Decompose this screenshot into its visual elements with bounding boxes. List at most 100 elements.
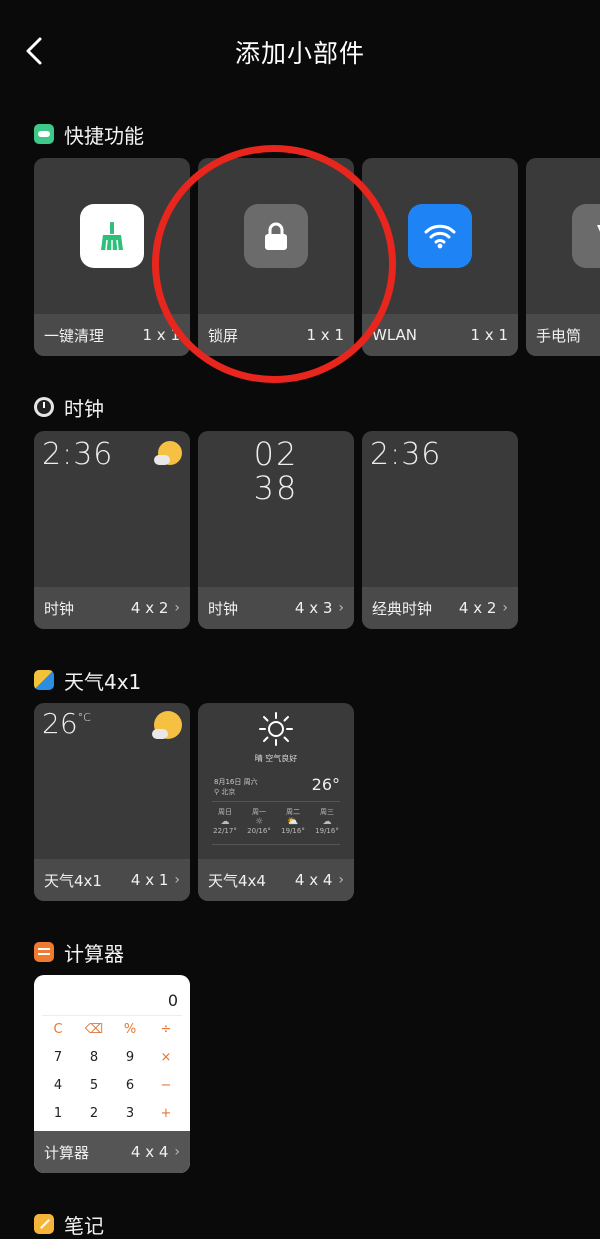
section-header-calculator: 计算器	[34, 939, 124, 966]
widget-card-lock[interactable]: 锁屏 1 x 1	[198, 158, 354, 356]
section-header-weather: 天气4x1	[34, 667, 142, 694]
calculator-app-icon	[34, 942, 54, 962]
calc-key: 5	[89, 1078, 99, 1093]
widget-card-clock-4x2[interactable]: 2:36 时钟 4 x 2 ›	[34, 431, 190, 629]
clock-time-stacked: 02 38	[198, 437, 354, 505]
card-footer: 计算器 4 x 4 ›	[34, 1131, 190, 1173]
chevron-right-icon: ›	[338, 872, 344, 888]
weather-app-icon	[34, 670, 54, 690]
chevron-right-icon: ›	[174, 1144, 180, 1160]
section-label: 时钟	[64, 396, 104, 421]
calc-key: ⌫	[84, 1022, 104, 1037]
card-footer: 天气4x1 4 x 1 ›	[34, 859, 190, 901]
widget-name: 时钟	[44, 599, 75, 618]
widget-name: 经典时钟	[372, 599, 433, 618]
section-label: 计算器	[64, 941, 124, 966]
widget-name: 天气4x1	[44, 871, 102, 890]
card-footer: 手电筒	[526, 314, 600, 356]
calc-key: 8	[89, 1050, 99, 1065]
sun-icon: ☼	[254, 817, 264, 827]
widget-size: 1 x 1	[306, 326, 345, 344]
widget-name: WLAN	[372, 326, 418, 344]
divider	[42, 1015, 182, 1016]
divider	[212, 801, 340, 802]
card-footer: 时钟 4 x 3 ›	[198, 587, 354, 629]
calc-key: −	[160, 1078, 172, 1093]
lock-icon	[244, 204, 308, 268]
calc-key: 7	[53, 1050, 63, 1065]
card-footer: WLAN 1 x 1	[362, 314, 518, 356]
widget-size: 1 x 1	[470, 326, 509, 344]
clock-time: 2:36	[42, 437, 114, 472]
calc-key: ÷	[160, 1022, 172, 1037]
widget-card-classic-clock[interactable]: 2:36 经典时钟 4 x 2 ›	[362, 431, 518, 629]
widget-name: 时钟	[208, 599, 239, 618]
section-label: 天气4x1	[64, 669, 142, 694]
cloud-icon: ☁	[220, 817, 230, 827]
sun-outline-icon	[259, 712, 293, 746]
page-title: 添加小部件	[234, 39, 365, 68]
forecast-day: 周一 ☼ 20/16°	[242, 807, 276, 835]
widget-size: 4 x 4	[294, 871, 333, 889]
widget-size: 4 x 4	[130, 1143, 169, 1161]
section-header-quick: 快捷功能	[34, 121, 144, 148]
weather-condition: 晴 空气良好	[254, 754, 298, 763]
widget-card-calculator[interactable]: 0 C ⌫ % ÷ 7 8 9 × 4 5 6 − 1 2 3 + 计算器 4 …	[34, 975, 190, 1173]
widget-name: 锁屏	[208, 326, 239, 345]
wifi-icon	[408, 204, 472, 268]
calc-key: 4	[53, 1078, 63, 1093]
calc-key: C	[53, 1022, 63, 1037]
calc-key: 6	[125, 1078, 135, 1093]
widget-name: 计算器	[44, 1143, 90, 1162]
calc-key: %	[123, 1022, 137, 1037]
header: 添加小部件	[0, 0, 600, 100]
broom-icon	[80, 204, 144, 268]
weather-temperature: 26°C	[42, 707, 91, 740]
calculator-keypad: C ⌫ % ÷ 7 8 9 × 4 5 6 − 1 2 3 +	[40, 1019, 184, 1125]
chevron-right-icon: ›	[338, 600, 344, 616]
widget-size: 4 x 2	[458, 599, 497, 617]
widget-size: 4 x 1	[130, 871, 169, 889]
weather-location: ⚲ 北京	[214, 788, 236, 796]
widget-card-clock-4x3[interactable]: 02 38 时钟 4 x 3 ›	[198, 431, 354, 629]
widget-name: 一键清理	[44, 326, 105, 345]
widget-size: 4 x 3	[294, 599, 333, 617]
chevron-right-icon: ›	[502, 600, 508, 616]
cloud-icon: ☁	[322, 817, 332, 827]
widget-card-weather-4x1[interactable]: 26°C 天气4x1 4 x 1 ›	[34, 703, 190, 901]
section-label: 笔记	[64, 1213, 104, 1238]
widget-size: 4 x 2	[130, 599, 169, 617]
weather-date: 8月16日 周六	[214, 778, 258, 786]
forecast-day: 周二 ⛅ 19/16°	[276, 807, 310, 835]
calc-key: 3	[125, 1106, 135, 1121]
widget-name: 天气4x4	[208, 871, 266, 890]
clock-hour: 02	[253, 435, 299, 473]
calc-key: +	[160, 1106, 172, 1121]
chevron-right-icon: ›	[174, 600, 180, 616]
widget-size: 1 x 1	[142, 326, 181, 344]
toggle-icon	[34, 124, 54, 144]
widget-name: 手电筒	[536, 326, 582, 345]
card-footer: 一键清理 1 x 1	[34, 314, 190, 356]
clock-icon	[34, 397, 54, 417]
clock-minute: 38	[253, 469, 299, 507]
calc-key: 9	[125, 1050, 135, 1065]
divider	[212, 844, 340, 845]
forecast-day: 周日 ☁ 22/17°	[208, 807, 242, 835]
widget-card-weather-4x4[interactable]: 晴 空气良好 8月16日 周六 ⚲ 北京 26° 周日 ☁ 22/17° 周一 ☼ 20…	[198, 703, 354, 901]
notes-app-icon	[34, 1214, 54, 1234]
forecast-day: 周三 ☁ 19/16°	[310, 807, 344, 835]
widget-card-wlan[interactable]: WLAN 1 x 1	[362, 158, 518, 356]
section-header-notes: 笔记	[34, 1211, 104, 1238]
section-label: 快捷功能	[64, 123, 144, 148]
forecast-row: 周日 ☁ 22/17° 周一 ☼ 20/16° 周二 ⛅ 19/16° 周三 ☁ 19/16°	[208, 807, 344, 835]
flashlight-icon	[572, 204, 600, 268]
calc-key: 2	[89, 1106, 99, 1121]
section-header-clock: 时钟	[34, 394, 104, 421]
widget-card-cleanup[interactable]: 一键清理 1 x 1	[34, 158, 190, 356]
calc-key: ×	[160, 1050, 172, 1065]
widget-card-flashlight[interactable]: 手电筒	[526, 158, 600, 356]
card-footer: 时钟 4 x 2 ›	[34, 587, 190, 629]
calc-key: 1	[53, 1106, 63, 1121]
chevron-right-icon: ›	[174, 872, 180, 888]
